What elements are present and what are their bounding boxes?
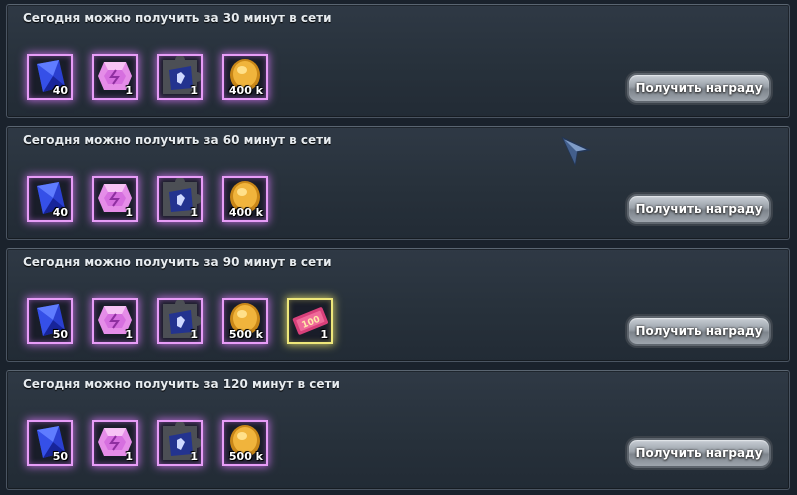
pink-gem-icon[interactable]: 1 <box>92 420 138 466</box>
item-count: 1 <box>320 328 328 341</box>
gold-coin-icon[interactable]: 500 k <box>222 298 268 344</box>
blue-crystal-icon[interactable]: 50 <box>27 420 73 466</box>
pink-gem-icon[interactable]: 1 <box>92 298 138 344</box>
reward-panel-120: Сегодня можно получить за 120 минут в се… <box>6 370 790 490</box>
item-count: 50 <box>52 450 68 463</box>
puzzle-ticket-icon[interactable]: 1 <box>157 54 203 100</box>
gold-coin-icon[interactable]: 500 k <box>222 420 268 466</box>
item-count: 40 <box>52 84 68 97</box>
item-count: 1 <box>190 450 198 463</box>
reward-panel-90: Сегодня можно получить за 90 минут в сет… <box>6 248 790 362</box>
gold-coin-icon[interactable]: 400 k <box>222 176 268 222</box>
reward-panel-30: Сегодня можно получить за 30 минут в сет… <box>6 4 790 118</box>
gold-coin-icon[interactable]: 400 k <box>222 54 268 100</box>
puzzle-ticket-icon[interactable]: 1 <box>157 298 203 344</box>
blue-crystal-icon[interactable]: 40 <box>27 176 73 222</box>
item-count: 500 k <box>228 450 263 463</box>
claim-reward-button[interactable]: Получить награду <box>627 316 771 346</box>
item-count: 400 k <box>228 84 263 97</box>
blue-crystal-icon[interactable]: 50 <box>27 298 73 344</box>
claim-reward-button[interactable]: Получить награду <box>627 73 771 103</box>
item-count: 1 <box>190 206 198 219</box>
reward-title: Сегодня можно получить за 60 минут в сет… <box>23 133 332 147</box>
voucher-100-icon[interactable]: 100 1 <box>287 298 333 344</box>
item-count: 1 <box>125 450 133 463</box>
claim-reward-button[interactable]: Получить награду <box>627 438 771 468</box>
reward-title: Сегодня можно получить за 90 минут в сет… <box>23 255 332 269</box>
blue-crystal-icon[interactable]: 40 <box>27 54 73 100</box>
pink-gem-icon[interactable]: 1 <box>92 54 138 100</box>
puzzle-ticket-icon[interactable]: 1 <box>157 420 203 466</box>
item-count: 1 <box>125 328 133 341</box>
cursor-icon <box>561 136 591 166</box>
item-count: 1 <box>190 84 198 97</box>
item-count: 1 <box>125 206 133 219</box>
item-count: 1 <box>125 84 133 97</box>
puzzle-ticket-icon[interactable]: 1 <box>157 176 203 222</box>
item-count: 400 k <box>228 206 263 219</box>
item-count: 40 <box>52 206 68 219</box>
reward-panel-60: Сегодня можно получить за 60 минут в сет… <box>6 126 790 240</box>
reward-title: Сегодня можно получить за 120 минут в се… <box>23 377 340 391</box>
claim-reward-button[interactable]: Получить награду <box>627 194 771 224</box>
pink-gem-icon[interactable]: 1 <box>92 176 138 222</box>
item-count: 1 <box>190 328 198 341</box>
item-count: 500 k <box>228 328 263 341</box>
reward-title: Сегодня можно получить за 30 минут в сет… <box>23 11 332 25</box>
item-count: 50 <box>52 328 68 341</box>
